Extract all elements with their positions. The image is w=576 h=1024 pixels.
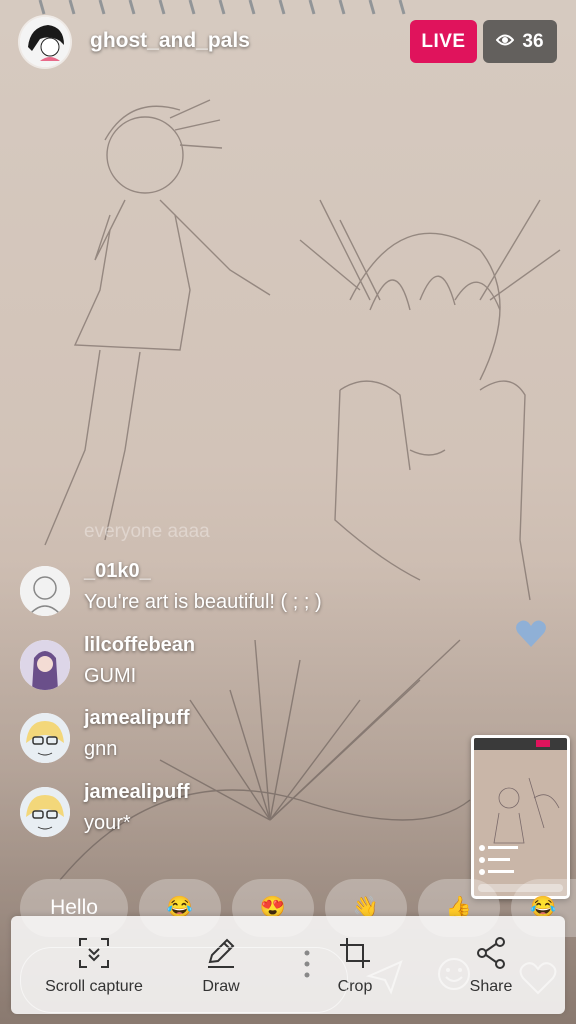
emoji-icon[interactable] [436,956,472,992]
faded-chat-message: everyone aaaa [84,521,210,542]
chat-text: GUMI [84,665,137,687]
user-avatar[interactable] [20,566,70,616]
viewer-count-badge[interactable]: 36 [483,20,557,63]
live-badge: LIVE [410,20,477,63]
send-icon[interactable] [366,958,404,996]
chat-username[interactable]: _01k0_ [84,560,151,583]
share-icon [477,937,505,969]
user-avatar[interactable] [20,713,70,763]
chat-message: _01k0_ You're art is beautiful! ( ; ; ) [20,560,440,626]
more-options-icon[interactable] [300,949,314,979]
chat-message: lilcoffebean GUMI [20,634,440,700]
host-avatar[interactable] [20,17,70,67]
user-avatar[interactable] [20,787,70,837]
chat-message: jamealipuff your* [20,781,440,847]
chat-username[interactable]: jamealipuff [84,781,190,804]
heart-icon[interactable] [518,960,558,996]
user-avatar[interactable] [20,640,70,690]
chat-text: gnn [84,738,118,760]
chat-text: You're art is beautiful! ( ; ; ) [84,591,322,613]
chat-message: jamealipuff gnn [20,707,440,773]
eye-icon [496,31,515,53]
floating-heart-icon [514,616,548,650]
chat-text: your* [84,812,131,834]
chat-username[interactable]: lilcoffebean [84,634,195,657]
comment-input[interactable] [20,947,348,1013]
chat-username[interactable]: jamealipuff [84,707,190,730]
viewer-count: 36 [522,30,544,52]
share-label: Share [469,978,513,995]
screenshot-preview-thumbnail[interactable] [471,735,570,899]
host-name[interactable]: ghost_and_pals [90,29,250,53]
